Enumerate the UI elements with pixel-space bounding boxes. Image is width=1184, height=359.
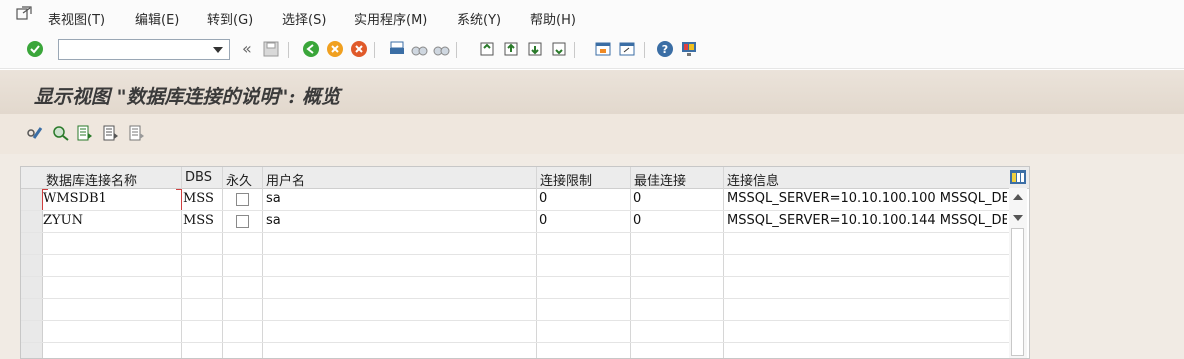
scroll-down-icon[interactable] [1013,215,1023,221]
select-rows-icon[interactable] [102,124,120,142]
system-menu-icon[interactable] [16,6,32,20]
display-change-icon[interactable] [26,124,44,142]
connections-table: 数据库连接名称 DBS 永久 用户名 连接限制 最佳连接 连接信息 WMSDB1… [20,166,1030,359]
cell-user: sa [266,213,281,228]
cell-connection-info: MSSQL_SERVER=10.10.100.144 MSSQL_DE [727,213,1007,228]
scrollbar-thumb[interactable] [1011,228,1024,356]
column-header-connection-name[interactable]: 数据库连接名称 [46,170,137,189]
command-field[interactable] [58,39,230,60]
menu-item-system[interactable]: 系统(Y) [457,9,501,28]
toolbar-separator [644,42,645,58]
row-divider [21,276,1009,277]
shortcut-icon[interactable] [618,40,636,58]
find-icon[interactable] [410,40,428,58]
permanent-checkbox[interactable] [236,215,249,228]
column-header-optimal-connections[interactable]: 最佳连接 [634,170,686,189]
next-page-icon[interactable] [526,40,544,58]
menu-item-table-view[interactable]: 表视图(T) [48,9,105,28]
back-icon[interactable] [302,40,320,58]
save-icon[interactable] [262,40,280,58]
menu-item-goto[interactable]: 转到(G) [207,9,253,28]
table-settings-icon[interactable] [1009,168,1027,186]
first-page-icon[interactable] [478,40,496,58]
row-divider [21,298,1009,299]
row-divider [21,254,1009,255]
standard-toolbar: « ? [0,32,1184,69]
cancel-icon[interactable] [350,40,368,58]
cell-focus-marker [176,189,182,210]
toolbar-separator [374,42,375,58]
cell-dbs: MSS [183,213,214,228]
column-header-permanent[interactable]: 永久 [226,170,252,189]
menu-item-utilities[interactable]: 实用程序(M) [354,9,427,28]
row-divider [21,342,1009,343]
help-icon[interactable]: ? [656,40,674,58]
application-toolbar [0,114,1184,154]
menu-bar: 表视图(T) 编辑(E) 转到(G) 选择(S) 实用程序(M) 系统(Y) 帮… [0,0,1184,32]
toolbar-separator [574,42,575,58]
row-divider [21,232,1009,233]
deselect-all-icon[interactable] [128,124,146,142]
title-bar: 显示视图 "数据库连接的说明": 概览 [0,70,1184,114]
scroll-up-icon[interactable] [1013,194,1023,200]
page-title: 显示视图 "数据库连接的说明": 概览 [34,86,341,108]
select-all-icon[interactable] [52,124,70,142]
select-block-icon[interactable] [76,124,94,142]
find-next-icon[interactable] [432,40,450,58]
svg-text:?: ? [662,43,668,56]
cell-optimal-connections: 0 [633,213,642,228]
vertical-scrollbar[interactable] [1009,188,1027,358]
table-row[interactable]: ZYUN MSS sa 0 0 MSSQL_SERVER=10.10.100.1… [21,211,1009,232]
cell-connection-limit: 0 [539,213,548,228]
cell-connection-name[interactable]: WMSDB1 [43,191,178,206]
cell-connection-limit: 0 [539,191,548,206]
cell-focus-marker [42,189,48,210]
table-row[interactable]: WMSDB1 MSS sa 0 0 MSSQL_SERVER=10.10.100… [21,189,1009,210]
toolbar-separator [456,42,457,58]
cell-dbs: MSS [183,191,214,206]
row-divider [21,320,1009,321]
chevron-down-icon[interactable] [213,47,223,53]
exit-icon[interactable] [326,40,344,58]
back-double-chevron-icon[interactable]: « [242,39,252,58]
last-page-icon[interactable] [550,40,568,58]
previous-page-icon[interactable] [502,40,520,58]
column-header-connection-info[interactable]: 连接信息 [727,170,779,189]
column-header-user[interactable]: 用户名 [266,170,305,189]
create-session-icon[interactable] [594,40,612,58]
column-header-dbs[interactable]: DBS [185,170,212,185]
cell-user: sa [266,191,281,206]
print-icon[interactable] [388,40,406,58]
permanent-checkbox[interactable] [236,193,249,206]
menu-item-edit[interactable]: 编辑(E) [135,9,179,28]
table-header: 数据库连接名称 DBS 永久 用户名 连接限制 最佳连接 连接信息 [21,167,1029,189]
enter-check-icon[interactable] [26,40,44,58]
column-header-connection-limit[interactable]: 连接限制 [540,170,592,189]
menu-item-help[interactable]: 帮助(H) [530,9,576,28]
menu-item-select[interactable]: 选择(S) [282,9,326,28]
cell-optimal-connections: 0 [633,191,642,206]
customize-layout-icon[interactable] [680,40,698,58]
cell-connection-info: MSSQL_SERVER=10.10.100.100 MSSQL_DE [727,191,1007,206]
toolbar-separator [288,42,289,58]
cell-connection-name[interactable]: ZYUN [43,213,178,228]
